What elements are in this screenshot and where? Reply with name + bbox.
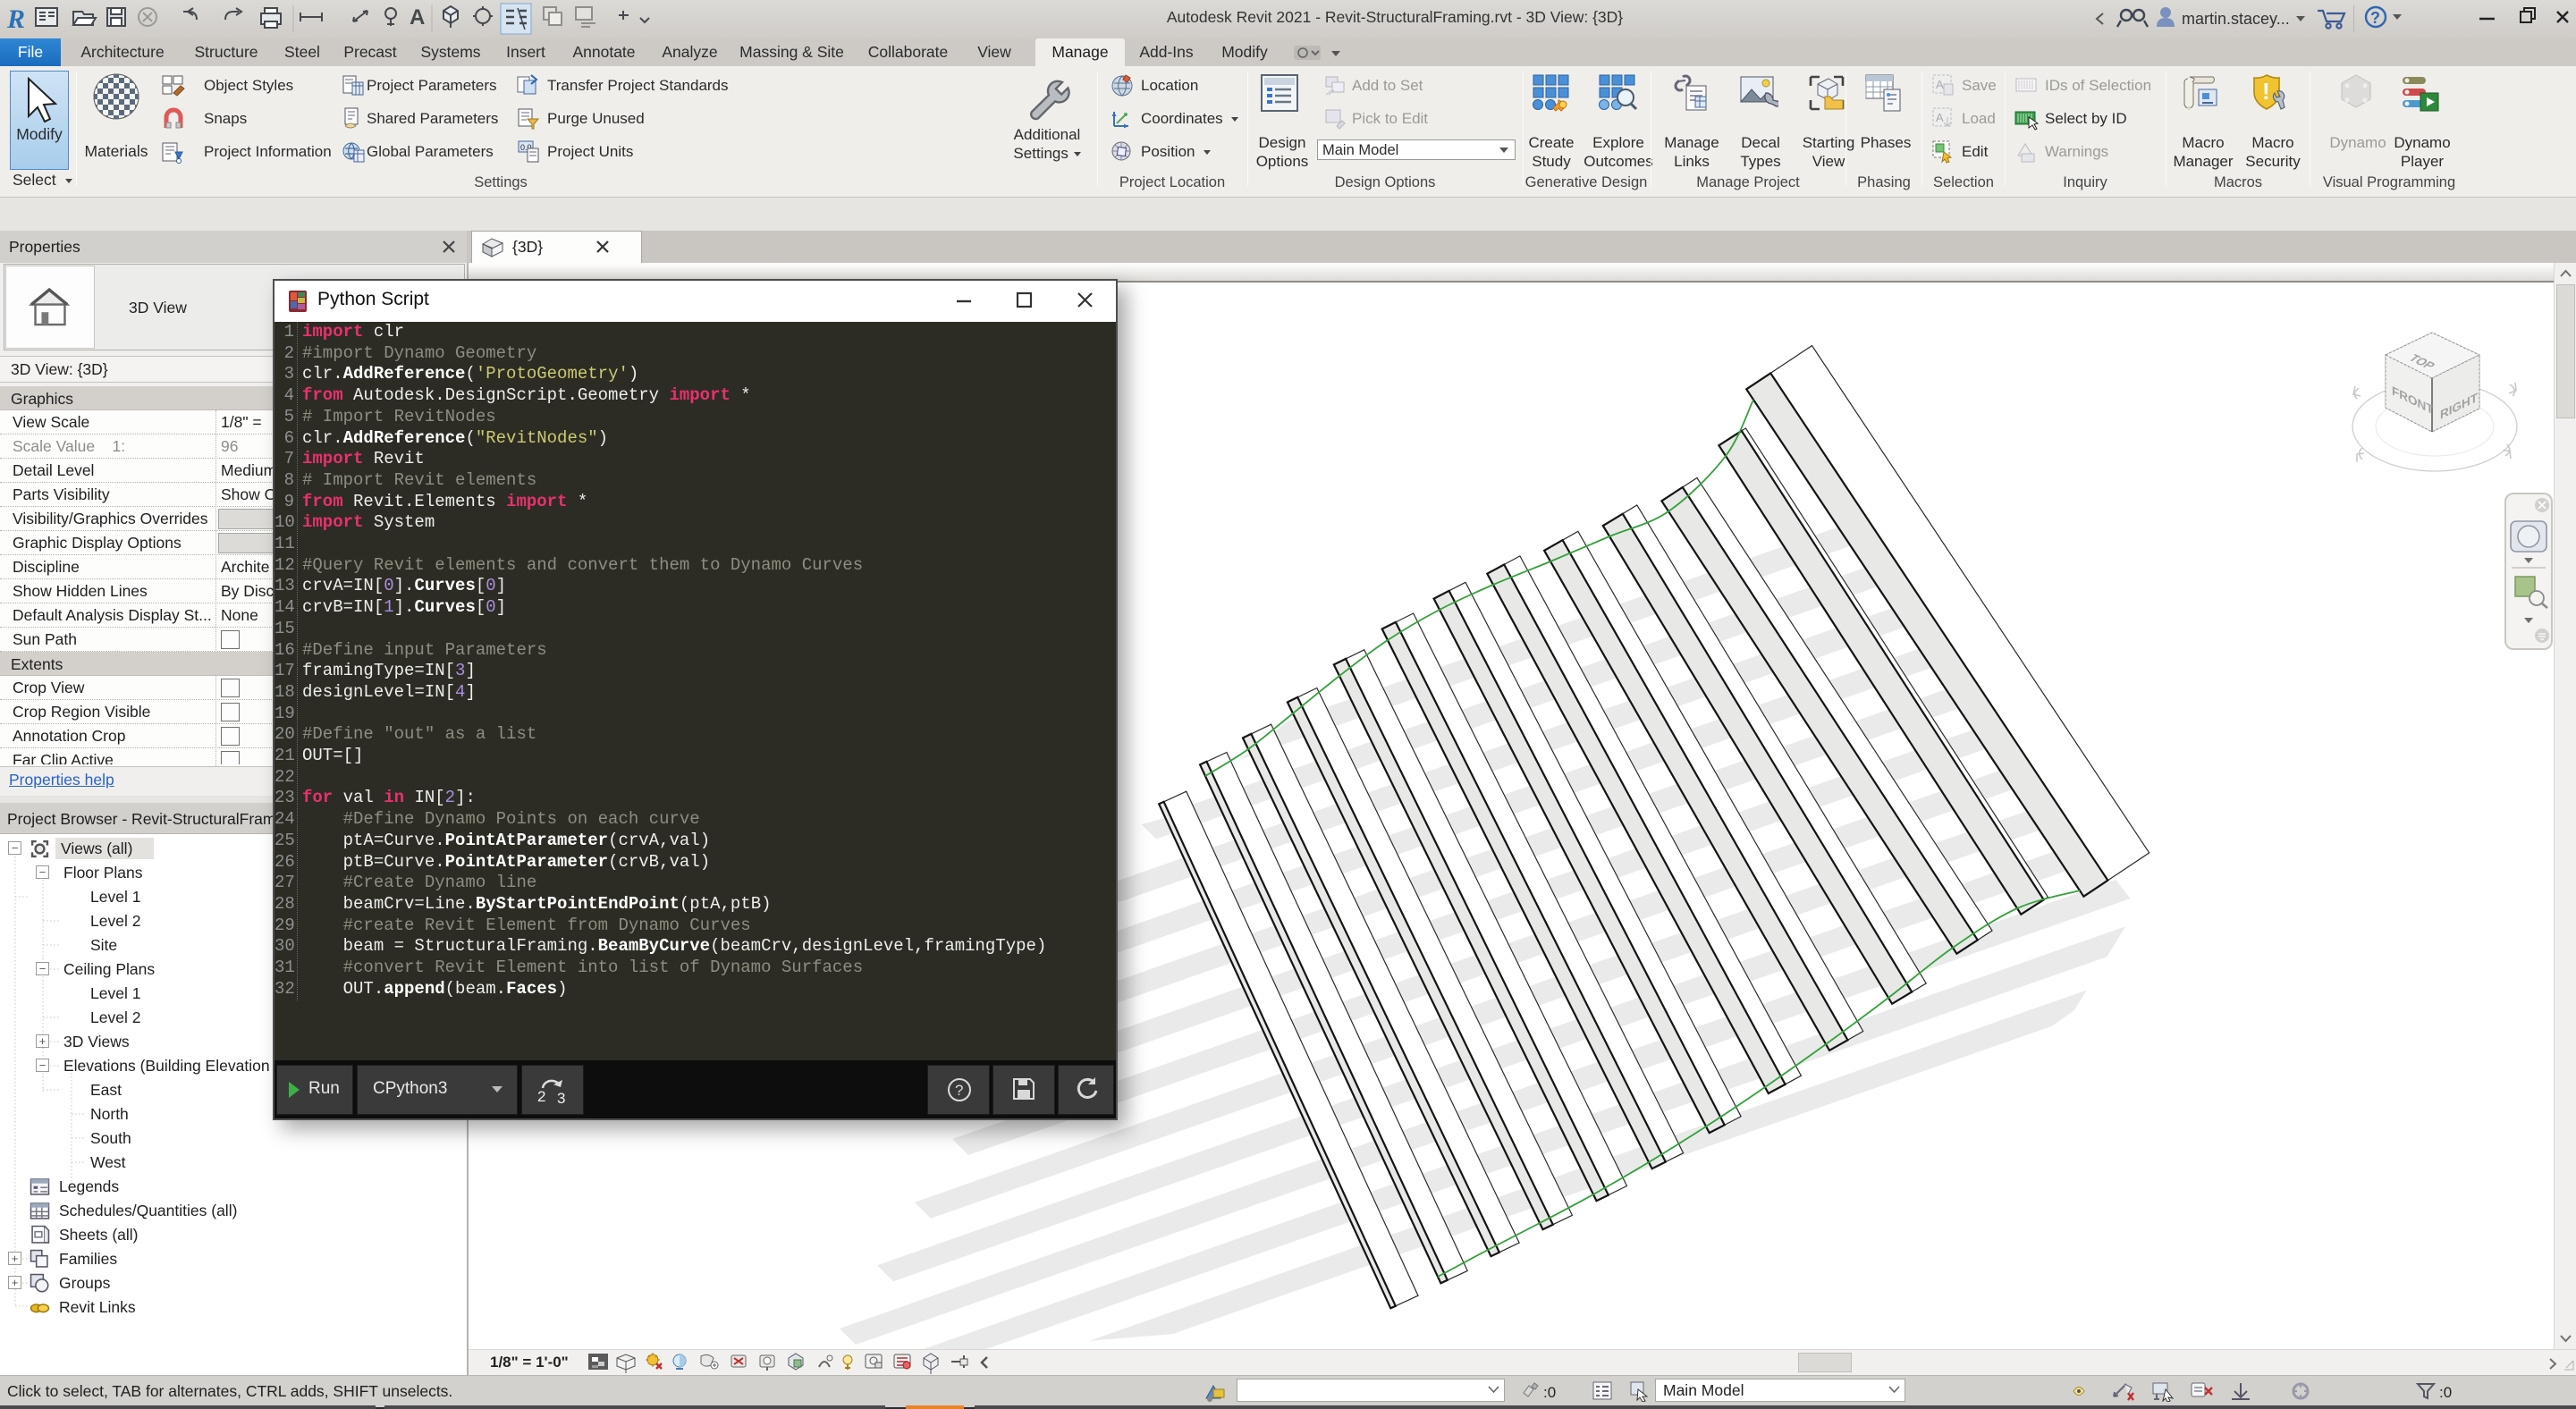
svg-text::0: :0 (1543, 1384, 1556, 1401)
svg-text:2: 2 (537, 1088, 545, 1105)
svg-text:martin.stacey...: martin.stacey... (2182, 10, 2290, 28)
svg-text:A: A (410, 5, 425, 30)
svg-text:?: ? (955, 1082, 963, 1099)
svg-text:A: A (1936, 78, 1944, 91)
svg-text:3: 3 (557, 1090, 565, 1106)
svg-text:?: ? (2370, 9, 2380, 27)
svg-text::0: :0 (2439, 1384, 2452, 1401)
svg-text:R: R (6, 4, 25, 34)
svg-text:!: ! (2262, 78, 2270, 105)
svg-text:A: A (1936, 111, 1944, 124)
